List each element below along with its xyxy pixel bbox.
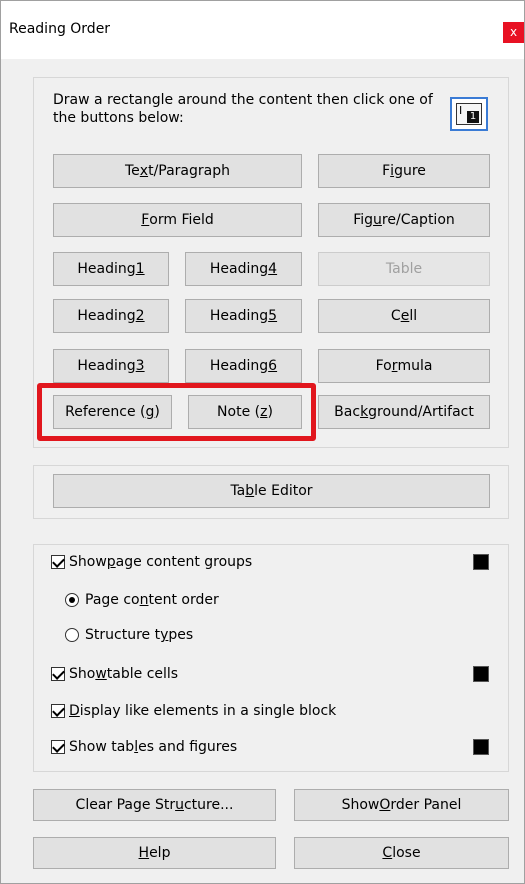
title-bar: Reading Order x — [1, 1, 524, 59]
formula-button[interactable]: Fo r mula — [318, 349, 490, 383]
page-content-order-radio[interactable]: Page co n tent order — [65, 592, 219, 608]
background-artifact-button[interactable]: Bac k ground/Artifact — [318, 395, 490, 429]
radio-selected — [65, 593, 79, 607]
figure-caption-button[interactable]: Fig u re/Caption — [318, 203, 490, 237]
red-highlight-annotation — [37, 383, 316, 441]
heading-6-button[interactable]: Heading 6 — [185, 349, 302, 383]
cell-button[interactable]: Ce ll — [318, 299, 490, 333]
show-table-cells-checkbox[interactable]: Sho w table cells — [51, 666, 178, 682]
table-button[interactable]: Table — [318, 252, 490, 286]
reading-order-dialog: Reading Order x Draw a rectangle around … — [0, 0, 525, 884]
form-field-button[interactable]: Form Field — [53, 203, 302, 237]
help-button[interactable]: Help — [33, 837, 276, 869]
number-badge: 1 — [467, 111, 479, 123]
heading-5-button[interactable]: Heading 5 — [185, 299, 302, 333]
radio-unselected — [65, 628, 79, 642]
display-options-group — [33, 544, 509, 772]
checkbox-checked — [51, 704, 65, 718]
checkbox-checked — [51, 667, 65, 681]
show-order-panel-button[interactable]: Show Order Panel — [294, 789, 509, 821]
table-cells-color-swatch[interactable] — [473, 666, 489, 682]
heading-1-button[interactable]: Heading 1 — [53, 252, 169, 286]
clear-page-structure-button[interactable]: Clear Page Str u cture... — [33, 789, 276, 821]
text-paragraph-button[interactable]: Te x t/Paragraph — [53, 154, 302, 188]
structure-types-radio[interactable]: Structure t y pes — [65, 627, 193, 643]
heading-4-button[interactable]: Heading 4 — [185, 252, 302, 286]
tables-figures-color-swatch[interactable] — [473, 739, 489, 755]
show-page-content-groups-checkbox[interactable]: Show p age content groups — [51, 554, 252, 570]
heading-2-button[interactable]: Heading 2 — [53, 299, 169, 333]
dialog-title: Reading Order — [9, 21, 111, 37]
instructions-text: Draw a rectangle around the content then… — [53, 92, 433, 126]
checkbox-checked — [51, 740, 65, 754]
table-editor-button[interactable]: Ta b le Editor — [53, 474, 490, 508]
figure-button[interactable]: Fi gure — [318, 154, 490, 188]
show-tables-figures-checkbox[interactable]: Show tab l es and figures — [51, 739, 237, 755]
page-content-groups-color-swatch[interactable] — [473, 554, 489, 570]
text-cursor-icon: I — [459, 104, 463, 117]
close-window-button[interactable]: x — [503, 22, 524, 43]
checkbox-checked — [51, 555, 65, 569]
heading-3-button[interactable]: Heading 3 — [53, 349, 169, 383]
close-button[interactable]: Close — [294, 837, 509, 869]
close-icon: x — [509, 25, 518, 39]
display-like-elements-checkbox[interactable]: Display like elements in a single block — [51, 703, 336, 719]
reading-order-tool-icon[interactable]: I 1 — [450, 97, 488, 131]
